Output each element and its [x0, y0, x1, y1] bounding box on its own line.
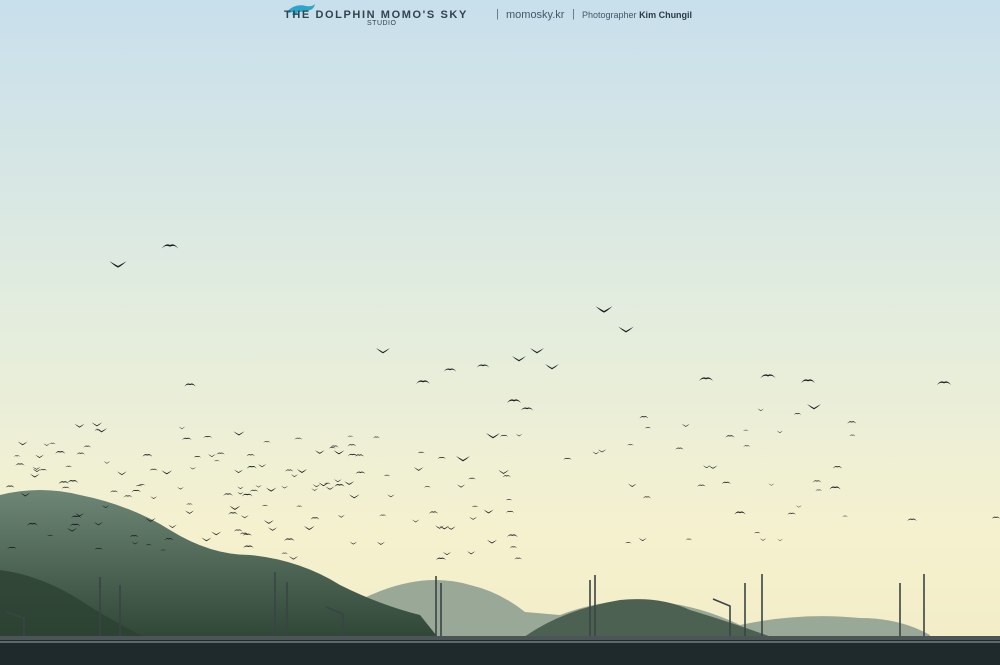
site-url: momosky.kr [506, 9, 565, 21]
photographer-credit: Photographer Kim Chungil [582, 10, 693, 20]
bridge [0, 640, 1000, 665]
bird-flock-photo: THE DOLPHIN MOMO'S SKY STUDIO | momosky.… [0, 0, 1000, 665]
bridge-highlight [0, 641, 1000, 643]
studio-sub: STUDIO [367, 20, 397, 27]
separator: | [572, 8, 575, 20]
landscape-scene [0, 0, 1000, 665]
separator: | [496, 8, 499, 20]
watermark: THE DOLPHIN MOMO'S SKY STUDIO | momosky.… [284, 3, 714, 29]
bridge-rail [0, 636, 1000, 640]
